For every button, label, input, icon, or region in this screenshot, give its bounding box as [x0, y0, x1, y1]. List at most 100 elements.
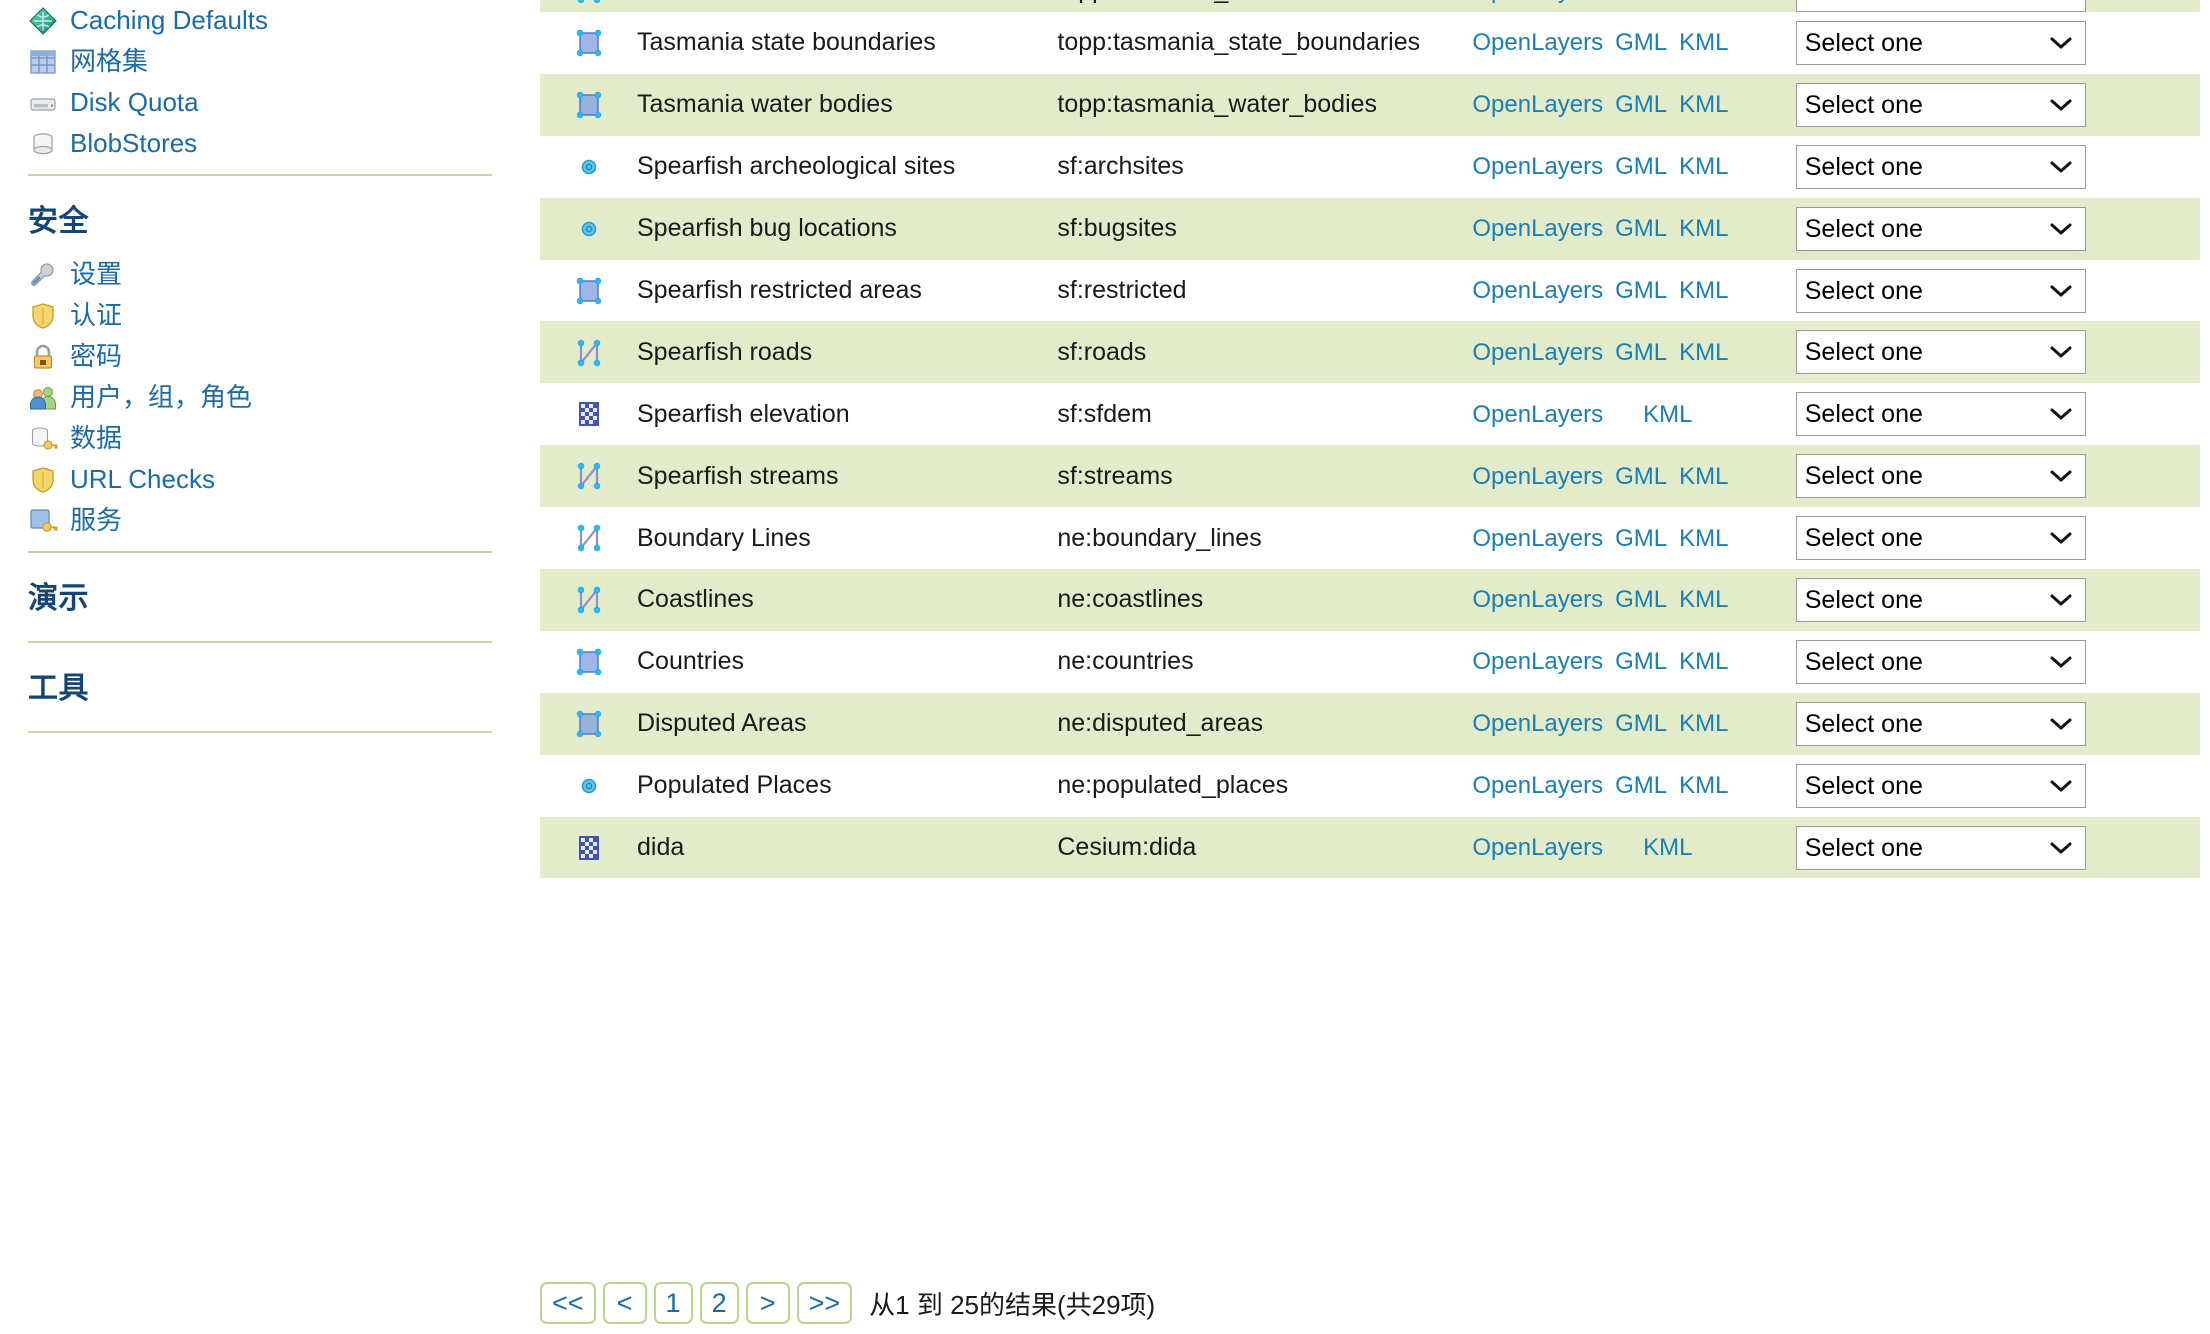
format-link-openlayers[interactable]: OpenLayers [1472, 0, 1603, 4]
format-link-kml[interactable]: KML [1679, 277, 1728, 304]
format-link-gml[interactable]: GML [1615, 277, 1667, 304]
format-link-openlayers[interactable]: OpenLayers [1472, 339, 1603, 366]
format-link-kml[interactable]: KML [1679, 29, 1728, 56]
format-select[interactable]: Select one [1795, 454, 2086, 499]
format-link-openlayers[interactable]: OpenLayers [1472, 153, 1603, 180]
format-link-openlayers[interactable]: OpenLayers [1472, 525, 1603, 552]
format-select[interactable]: Select one [1795, 639, 2086, 684]
sidebar-item-item-3[interactable]: 用户，组，角色 [0, 377, 520, 418]
format-link-openlayers[interactable]: OpenLayers [1472, 401, 1603, 428]
format-select-wrapper: Select one [1795, 144, 2086, 189]
sidebar-item-item-2[interactable]: 密码 [0, 336, 520, 377]
format-select[interactable]: Select one [1795, 144, 2086, 189]
format-link-kml[interactable]: KML [1679, 586, 1728, 613]
layer-format-links-cell: OpenLayers GML KML [1472, 260, 1795, 322]
format-link-openlayers[interactable]: OpenLayers [1472, 586, 1603, 613]
format-select[interactable]: Select one [1795, 268, 2086, 313]
disk-quota-icon [28, 88, 58, 118]
format-link-gml[interactable]: GML [1615, 463, 1667, 490]
pagination-page-1[interactable]: 1 [653, 1282, 693, 1324]
table-row: Spearfish bug locations sf:bugsites OpenLa… [540, 197, 2200, 260]
pagination-first-page[interactable]: << [540, 1282, 596, 1324]
format-link-openlayers[interactable]: OpenLayers [1472, 834, 1603, 861]
format-link-kml[interactable]: KML [1679, 153, 1728, 180]
format-link-gml[interactable]: GML [1615, 772, 1667, 799]
format-link-gml[interactable]: GML [1615, 153, 1667, 180]
format-select[interactable]: Select one [1795, 516, 2086, 561]
layer-title-cell: Spearfish elevation [637, 399, 850, 428]
pagination-next-page[interactable]: > [745, 1282, 790, 1324]
format-link-kml[interactable]: KML [1643, 834, 1692, 861]
format-link-gml[interactable]: GML [1615, 91, 1667, 118]
format-select[interactable]: Select one [1795, 330, 2086, 375]
sidebar-caching-group: Caching Defaults 网格集 Disk Quota BlobStor… [0, 0, 520, 164]
layer-type-cell [540, 507, 637, 569]
pagination-prev-page[interactable]: < [602, 1282, 647, 1324]
format-link-kml[interactable]: KML [1679, 710, 1728, 737]
format-link-kml[interactable]: KML [1643, 401, 1692, 428]
sidebar-security-group: 设置 认证 密码 用户，组，角色 数据 URL Checks 服务 [0, 254, 520, 541]
format-link-gml[interactable]: GML [1615, 525, 1667, 552]
sidebar-item-disk-quota[interactable]: Disk Quota [0, 82, 520, 123]
format-link-gml[interactable]: GML [1615, 0, 1667, 4]
format-select[interactable]: Select one [1795, 577, 2086, 622]
format-select[interactable]: Select one [1795, 825, 2086, 870]
format-link-openlayers[interactable]: OpenLayers [1472, 648, 1603, 675]
sidebar-item-label: Caching Defaults [70, 5, 268, 36]
format-link-gml[interactable]: GML [1615, 215, 1667, 242]
format-link-openlayers[interactable]: OpenLayers [1472, 710, 1603, 737]
format-select[interactable]: Select one [1795, 20, 2086, 65]
point-geometry-icon [574, 214, 604, 244]
format-select[interactable]: Select one [1795, 763, 2086, 808]
pagination-page-2[interactable]: 2 [699, 1282, 739, 1324]
format-link-gml[interactable]: GML [1615, 710, 1667, 737]
format-link-kml[interactable]: KML [1679, 339, 1728, 366]
format-link-kml[interactable]: KML [1679, 772, 1728, 799]
format-link-kml[interactable]: KML [1679, 648, 1728, 675]
format-link-gml[interactable]: GML [1615, 648, 1667, 675]
layer-title-cell: Tasmania state boundaries [637, 28, 936, 57]
format-link-kml[interactable]: KML [1679, 91, 1728, 118]
point-geometry-icon [574, 152, 604, 182]
format-select[interactable]: Select one [1795, 206, 2086, 251]
users-icon [28, 383, 58, 413]
sidebar-item-item-4[interactable]: 数据 [0, 418, 520, 459]
format-link-gml[interactable]: GML [1615, 586, 1667, 613]
format-link-kml[interactable]: KML [1679, 215, 1728, 242]
format-link-openlayers[interactable]: OpenLayers [1472, 463, 1603, 490]
shield-icon [28, 465, 58, 495]
layer-title-cell: Spearfish streams [637, 461, 839, 490]
sidebar-item-caching-defaults[interactable]: Caching Defaults [0, 0, 520, 41]
format-select[interactable]: Select one [1795, 0, 2086, 12]
format-link-openlayers[interactable]: OpenLayers [1472, 29, 1603, 56]
sidebar-item-item-1[interactable]: 认证 [0, 295, 520, 336]
layer-format-select-cell: Select one [1795, 136, 2200, 198]
sidebar-item-item-0[interactable]: 设置 [0, 254, 520, 295]
layer-type-cell [540, 198, 637, 260]
pagination-last-page[interactable]: >> [796, 1282, 853, 1324]
sidebar-item-item-6[interactable]: 服务 [0, 500, 520, 541]
format-link-kml[interactable]: KML [1679, 0, 1728, 4]
format-link-kml[interactable]: KML [1679, 525, 1728, 552]
pagination: << <1 2 > >> 从1 到 25的结果(共29项) [540, 1282, 1155, 1324]
sidebar-item-label: URL Checks [70, 464, 215, 495]
layer-type-cell [540, 136, 637, 198]
format-select-wrapper: Select one [1795, 516, 2086, 561]
format-link-openlayers[interactable]: OpenLayers [1472, 215, 1603, 242]
format-select[interactable]: Select one [1795, 82, 2086, 127]
layer-name-cell: sf:streams [1057, 461, 1173, 490]
format-link-gml[interactable]: GML [1615, 339, 1667, 366]
layer-format-select-cell: Select one [1795, 507, 2200, 569]
format-link-kml[interactable]: KML [1679, 463, 1728, 490]
sidebar-item-label: BlobStores [70, 128, 198, 159]
sidebar-item-url-checks[interactable]: URL Checks [0, 459, 520, 500]
format-link-openlayers[interactable]: OpenLayers [1472, 772, 1603, 799]
sidebar-item-blobstores[interactable]: BlobStores [0, 123, 520, 164]
sidebar-item-item-1[interactable]: 网格集 [0, 41, 520, 82]
shield-icon [28, 301, 58, 331]
format-select[interactable]: Select one [1795, 392, 2086, 437]
format-link-openlayers[interactable]: OpenLayers [1472, 277, 1603, 304]
format-select[interactable]: Select one [1795, 701, 2086, 746]
format-link-openlayers[interactable]: OpenLayers [1472, 91, 1603, 118]
format-link-gml[interactable]: GML [1615, 29, 1667, 56]
